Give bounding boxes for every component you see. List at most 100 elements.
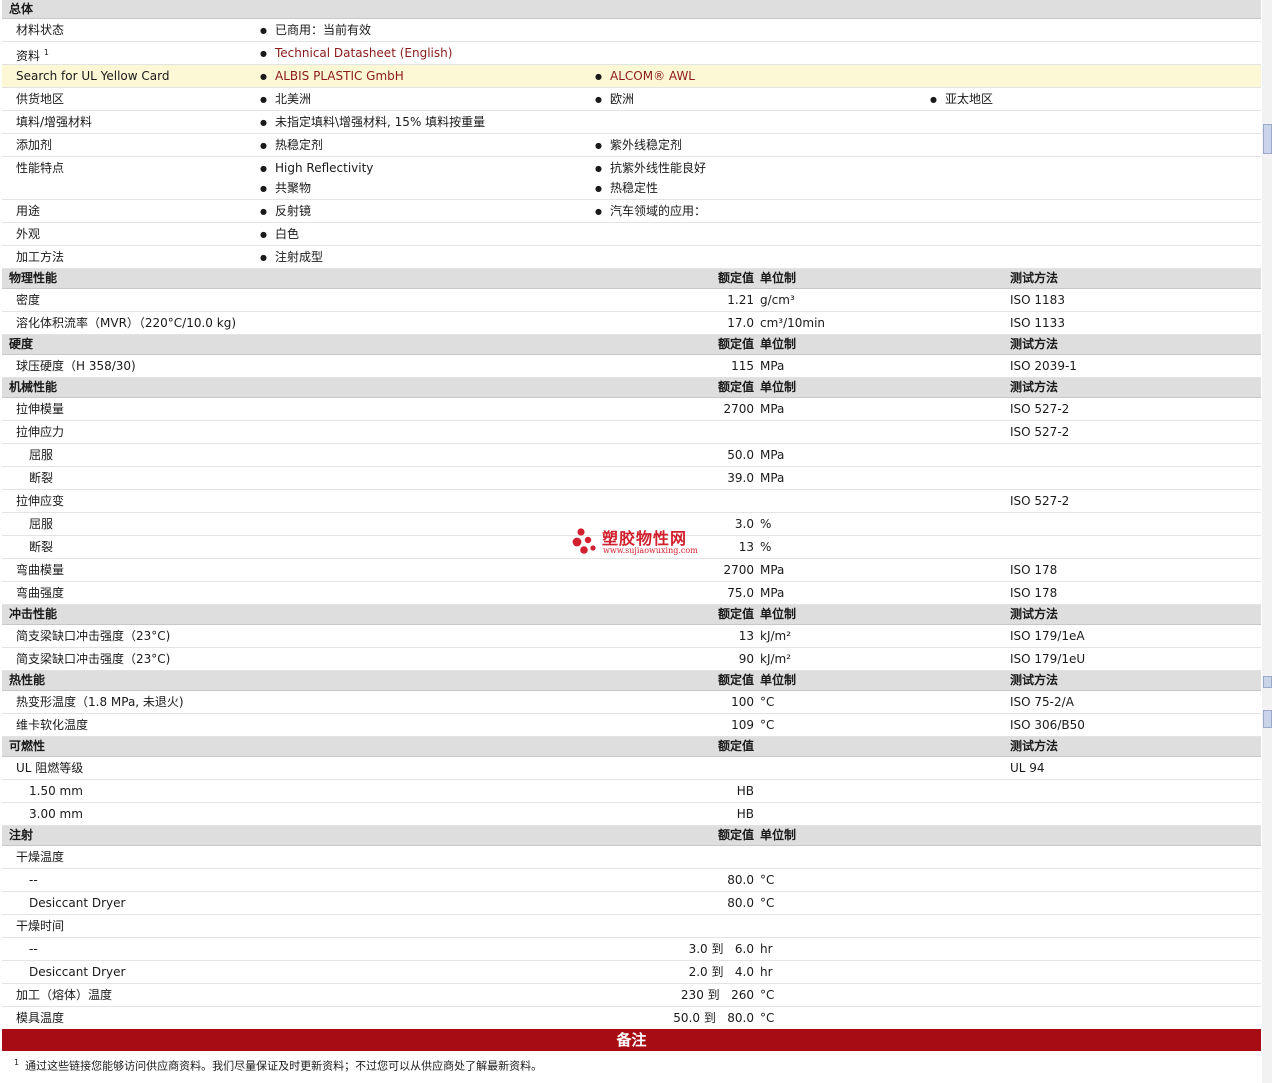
row-label: 拉伸应力 [16, 425, 65, 439]
row-flex-strength: 弯曲强度 75.0 MPa ISO 178 [2, 582, 1261, 605]
nominal-value: HB [736, 784, 754, 798]
nominal-header: 额定值 [717, 380, 754, 394]
section-general-header: 总体 [2, 0, 1261, 19]
document-item: Technical Datasheet (English) [260, 42, 452, 66]
watermark-logo: 塑胶物性网 www.sujiaowuxing.com [572, 526, 712, 558]
nominal-header: 额定值 [717, 607, 754, 621]
value-item: 反射镜 [260, 200, 311, 224]
unit-value: kJ/m² [760, 629, 792, 643]
test-method: ISO 1133 [1010, 316, 1065, 330]
unit-value: hr [760, 942, 773, 956]
row-label: 热变形温度（1.8 MPa, 未退火) [16, 695, 184, 709]
value-item: 北美洲 [260, 88, 311, 112]
test-method: ISO 306/B50 [1010, 718, 1085, 732]
scrollbar-marker[interactable] [1263, 124, 1272, 154]
scrollbar-marker[interactable] [1263, 676, 1272, 688]
row-documents: 资料 1 Technical Datasheet (English) [2, 42, 1261, 65]
nominal-value: 90 [738, 652, 754, 666]
row-melt-temp: 加工（熔体）温度 230 到 260 °C [2, 984, 1261, 1007]
row-tensile-stress: 拉伸应力 ISO 527-2 [2, 421, 1261, 444]
row-label: 简支梁缺口冲击强度（23°C) [16, 629, 171, 643]
test-method: ISO 527-2 [1010, 402, 1070, 416]
row-drying-time: 干燥时间 [2, 915, 1261, 938]
nominal-value: 13 [738, 629, 754, 643]
unit-header: 单位制 [760, 828, 797, 842]
row-drying-temp-default: -- 80.0 °C [2, 869, 1261, 892]
nominal-value: 230 到 260 [680, 988, 754, 1002]
test-method: ISO 527-2 [1010, 494, 1070, 508]
unit-value: MPa [760, 471, 785, 485]
row-ul-1-50mm: 1.50 mm HB [2, 780, 1261, 803]
alcom-awl-link[interactable]: ALCOM® AWL [610, 69, 695, 83]
ul-item: ALCOM® AWL [595, 65, 695, 89]
row-ul-3-00mm: 3.00 mm HB [2, 803, 1261, 826]
ul-item: ALBIS PLASTIC GmbH [260, 65, 404, 89]
nominal-value: 13 [738, 540, 754, 554]
row-label: 1.50 mm [29, 784, 83, 798]
test-method: ISO 178 [1010, 586, 1058, 600]
row-label: 溶化体积流率（MVR）（220°C/10.0 kg) [16, 316, 237, 330]
nominal-value: 2700 [723, 563, 754, 577]
row-processing: 加工方法 注射成型 [2, 246, 1261, 269]
row-label: 资料 1 [16, 48, 49, 63]
row-label: 3.00 mm [29, 807, 83, 821]
row-label: Desiccant Dryer [29, 965, 126, 979]
row-drying-time-default: -- 3.0 到 6.0 hr [2, 938, 1261, 961]
row-ul-rating: UL 阻燃等级 UL 94 [2, 757, 1261, 780]
row-features: 性能特点 High Reflectivity 抗紫外线性能良好 共聚物 热稳定性 [2, 157, 1261, 200]
unit-value: °C [760, 1011, 775, 1025]
value-item: 注射成型 [260, 246, 323, 270]
unit-value: MPa [760, 359, 785, 373]
unit-value: hr [760, 965, 773, 979]
footnote-text: 通过这些链接您能够访问供应商资料。我们尽量保证及时更新资料；不过您可以从供应商处… [25, 1059, 543, 1073]
row-label: 填料/增强材料 [16, 115, 93, 129]
test-method: ISO 178 [1010, 563, 1058, 577]
nominal-header: 额定值 [717, 828, 754, 842]
row-label: 屈服 [29, 448, 54, 462]
nominal-value: 80.0 [727, 873, 754, 887]
scrollbar[interactable] [1262, 0, 1272, 1083]
row-additives: 添加剂 热稳定剂 紫外线稳定剂 [2, 134, 1261, 157]
method-header: 测试方法 [1010, 271, 1059, 285]
row-label: 性能特点 [16, 161, 65, 175]
unit-value: °C [760, 896, 775, 910]
test-method: ISO 1183 [1010, 293, 1065, 307]
row-stress-yield: 屈服 50.0 MPa [2, 444, 1261, 467]
technical-datasheet-link[interactable]: Technical Datasheet (English) [275, 46, 452, 60]
unit-value: °C [760, 988, 775, 1002]
unit-value: MPa [760, 448, 785, 462]
nominal-value: 39.0 [727, 471, 754, 485]
nominal-value: 3.0 到 6.0 [688, 942, 754, 956]
row-label: 加工（熔体）温度 [16, 988, 113, 1002]
row-material-status: 材料状态 已商用：当前有效 [2, 19, 1261, 42]
value-item: High Reflectivity [260, 158, 373, 180]
row-hdt: 热变形温度（1.8 MPa, 未退火) 100 °C ISO 75-2/A [2, 691, 1261, 714]
nominal-header: 额定值 [717, 337, 754, 351]
nominal-value: HB [736, 807, 754, 821]
row-ul-yellow-card: Search for UL Yellow Card ALBIS PLASTIC … [2, 65, 1261, 88]
test-method: ISO 527-2 [1010, 425, 1070, 439]
value-item: 抗紫外线性能良好 [595, 158, 706, 180]
row-charpy-unnotched: 简支梁缺口冲击强度（23°C) 90 kJ/m² ISO 179/1eU [2, 648, 1261, 671]
unit-value: MPa [760, 402, 785, 416]
footnote-marker: 1 [43, 48, 49, 57]
section-physical-header: 物理性能 额定值 单位制 测试方法 [2, 269, 1261, 289]
row-label: UL 阻燃等级 [16, 761, 84, 775]
row-flex-modulus: 弯曲模量 2700 MPa ISO 178 [2, 559, 1261, 582]
unit-header: 单位制 [760, 380, 797, 394]
nominal-value: 3.0 [734, 517, 754, 531]
row-vicat: 维卡软化温度 109 °C ISO 306/B50 [2, 714, 1261, 737]
row-drying-temp-desiccant: Desiccant Dryer 80.0 °C [2, 892, 1261, 915]
unit-value: MPa [760, 586, 785, 600]
scrollbar-marker[interactable] [1263, 710, 1272, 728]
row-label: Search for UL Yellow Card [16, 69, 170, 83]
albis-plastic-link[interactable]: ALBIS PLASTIC GmbH [275, 69, 404, 83]
nominal-header: 额定值 [717, 673, 754, 687]
nominal-header: 额定值 [717, 271, 754, 285]
nominal-value: 80.0 [727, 896, 754, 910]
value-item: 热稳定剂 [260, 134, 323, 158]
value-item: 共聚物 [260, 178, 311, 200]
section-title: 物理性能 [9, 271, 58, 285]
row-regions: 供货地区 北美洲 欧洲 亚太地区 [2, 88, 1261, 111]
unit-value: kJ/m² [760, 652, 792, 666]
